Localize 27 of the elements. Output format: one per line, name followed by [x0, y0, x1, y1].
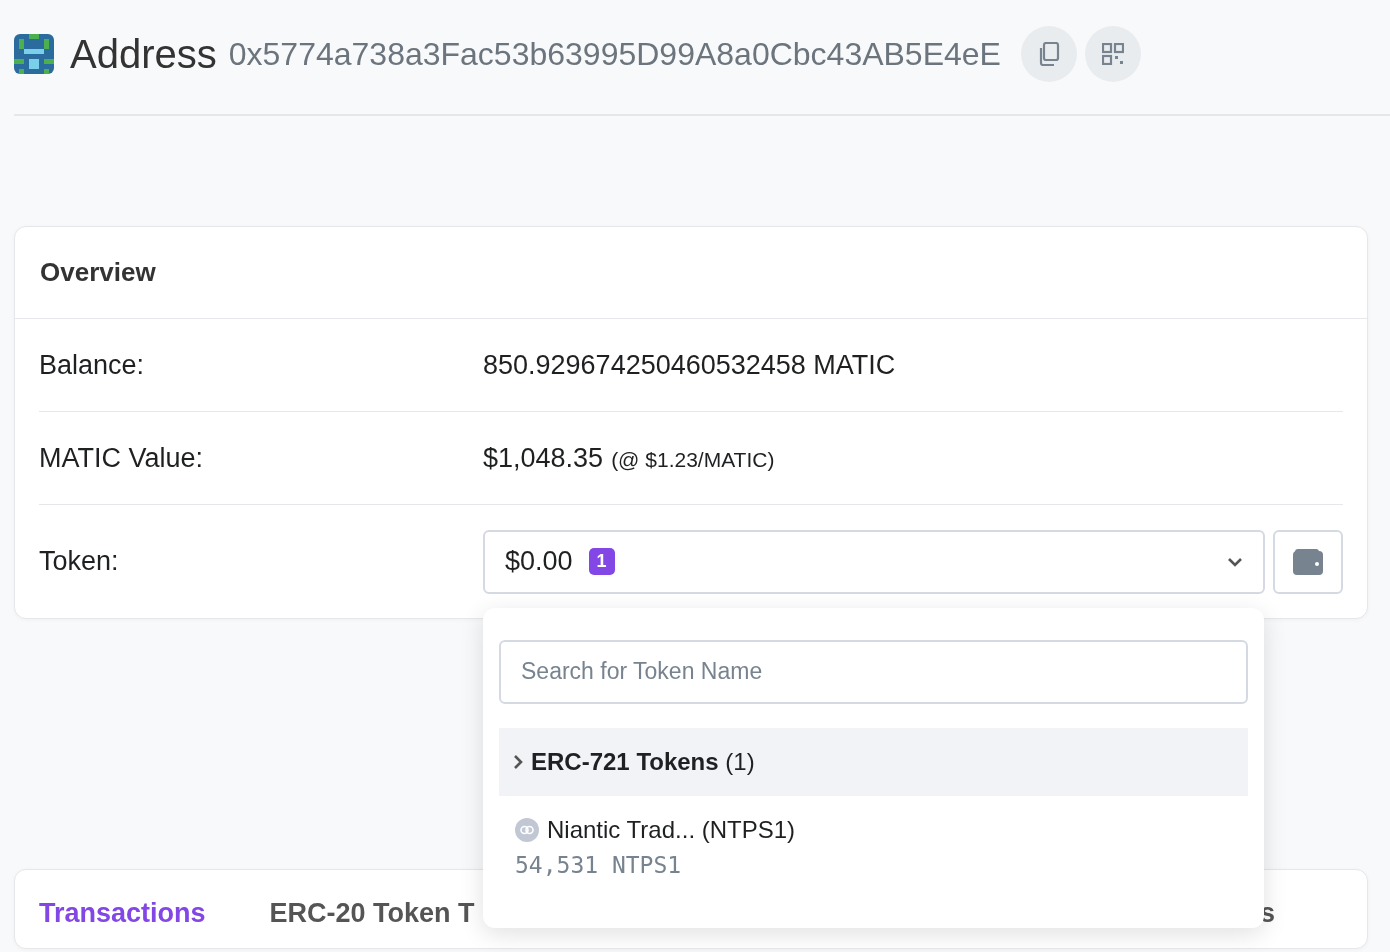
balance-value: 850.929674250460532458 MATIC [483, 349, 897, 381]
token-group[interactable]: ERC-721 Tokens (1) [499, 727, 1248, 796]
tab[interactable]: Transactions [39, 898, 206, 929]
search-field[interactable]: Search for Token Name [499, 639, 1248, 704]
field-label: Balance: [39, 349, 146, 381]
field-label: Token: [39, 546, 120, 577]
field-label: MATIC Value: [39, 442, 205, 474]
token-logo-icon [515, 817, 539, 842]
avatar-icon [14, 34, 54, 74]
copy-icon [1037, 42, 1060, 66]
chevron-down-icon [1227, 556, 1243, 567]
tab[interactable]: ERC-20 Token T [269, 898, 475, 929]
qr-code-icon [1101, 43, 1124, 65]
token-amount: 54,531 NTPS1 [515, 851, 683, 878]
address-text: 0x5774a738a3Fac53b63995D99A8a0Cbc43AB5E4eE [228, 35, 1001, 73]
chevron-right-icon [513, 753, 523, 770]
group-title: ERC-721 Tokens (1) [531, 747, 755, 776]
token-total: $0.00 [505, 546, 573, 577]
token-count-badge: 1 [588, 548, 615, 575]
value-amount: $1,048.35 [483, 442, 604, 473]
token-select[interactable]: $0.00 1 [483, 529, 1265, 594]
card-title: Overview [40, 257, 156, 288]
page-title: Address [70, 31, 217, 77]
price-note: (@ $1.23/MATIC) [611, 447, 775, 471]
wallet-icon [1293, 548, 1323, 575]
token-name[interactable]: Niantic Trad... (NTPS1) [547, 815, 796, 844]
wallet-button[interactable] [1273, 529, 1343, 594]
